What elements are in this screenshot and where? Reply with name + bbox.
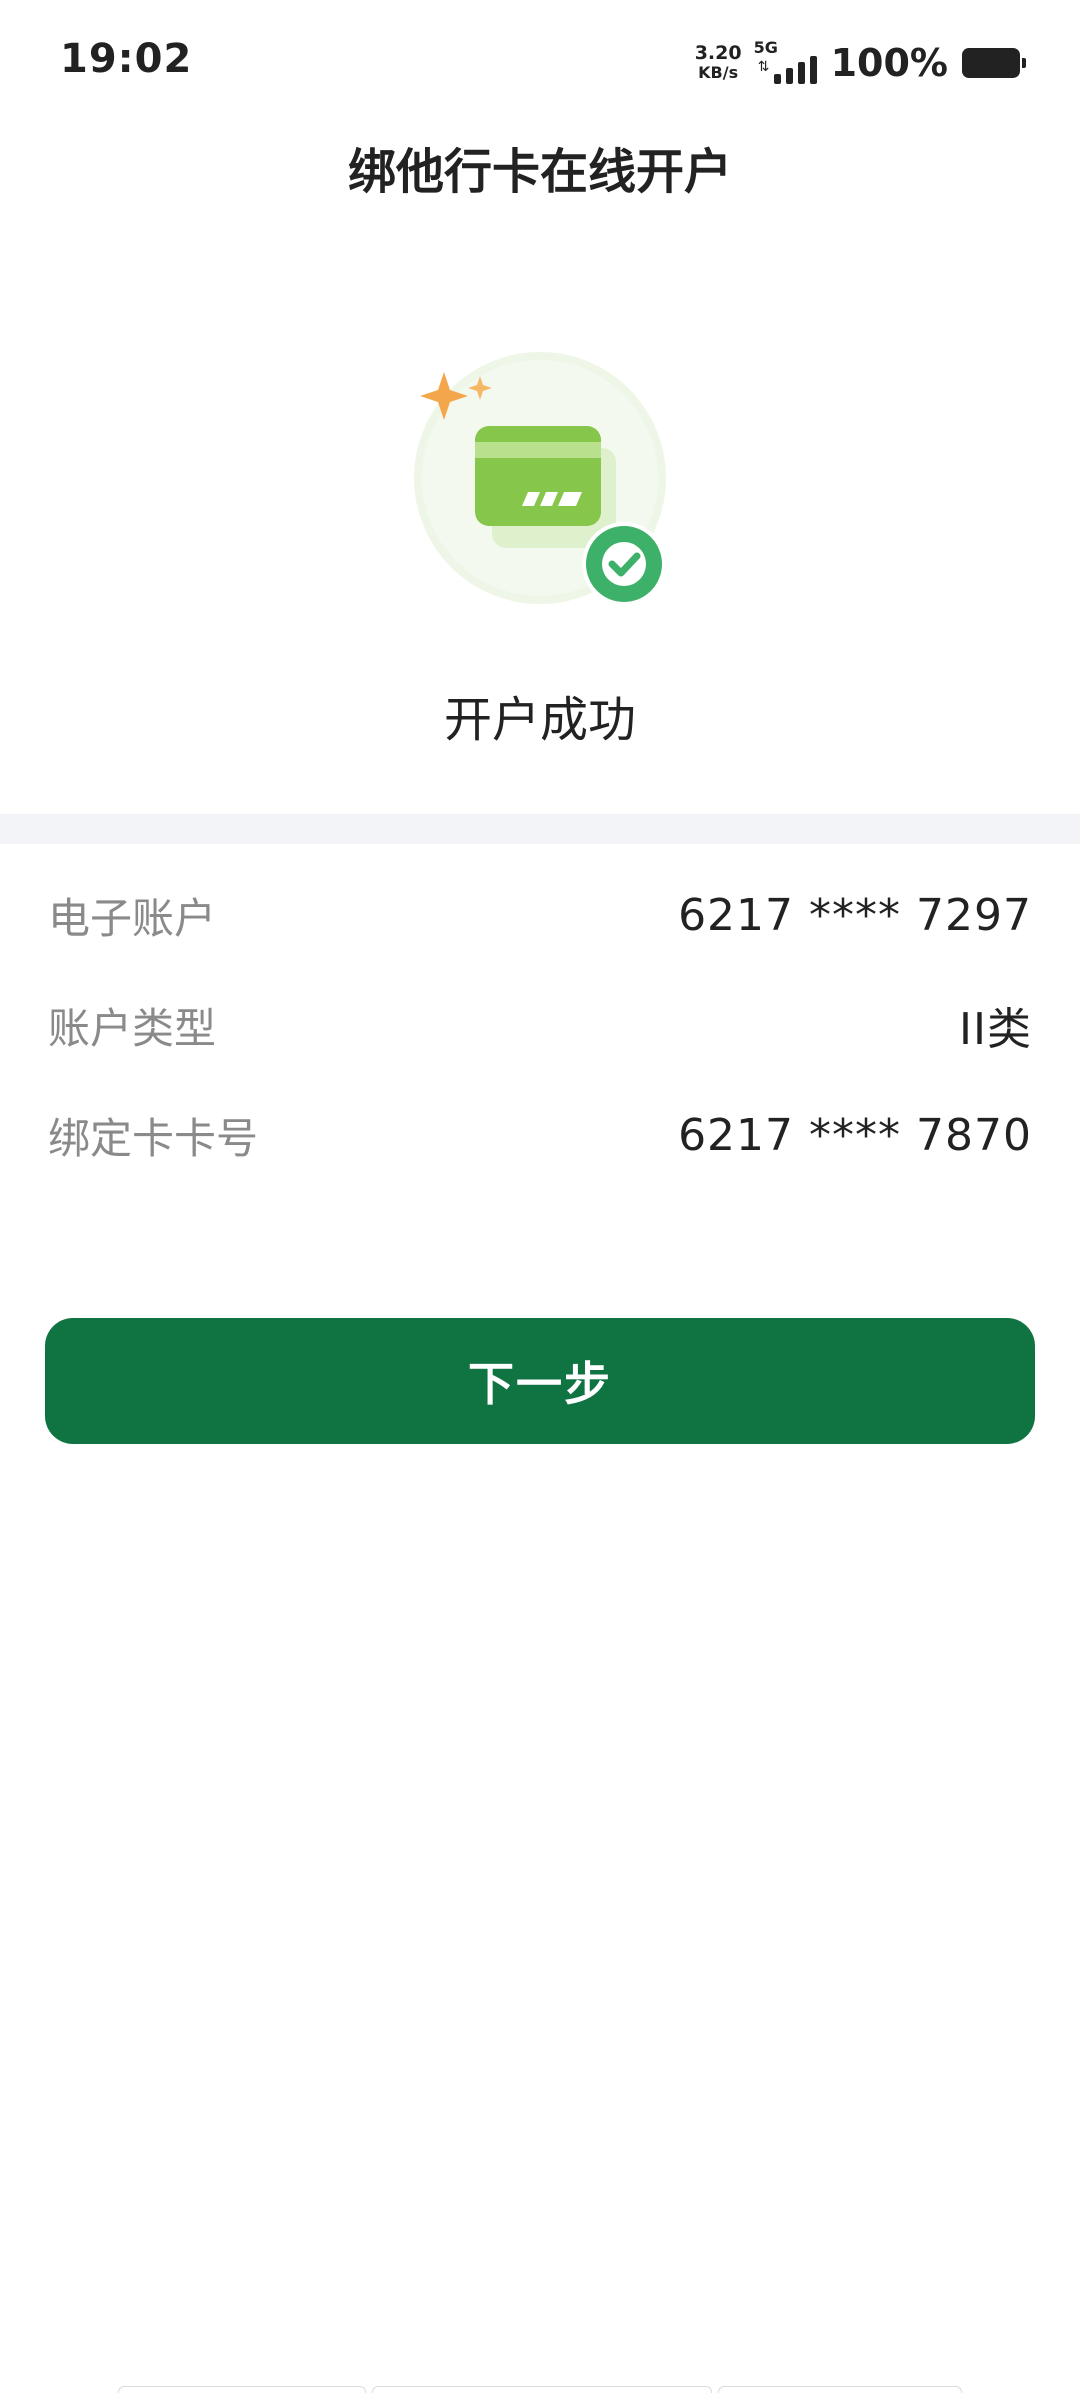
info-value: II类 (959, 1004, 1032, 1055)
info-row-account-type: 账户类型 II类 (48, 980, 1032, 1070)
info-label: 绑定卡卡号 (48, 1113, 259, 1163)
network-speed-value: 3.20 (694, 42, 742, 64)
page-title: 绑他行卡在线开户 (347, 144, 732, 200)
info-row-electronic-account: 电子账户 6217 **** 7297 (48, 870, 1032, 960)
status-bar: 19:02 3.20 KB/s 5G ⇅ 100% (0, 0, 1080, 120)
info-label: 电子账户 (48, 893, 217, 943)
battery-icon (962, 48, 1026, 78)
status-indicators: 3.20 KB/s 5G ⇅ 100% (695, 38, 1026, 88)
info-value: 6217 **** 7297 (678, 889, 1032, 941)
network-speed-unit: KB/s (698, 63, 739, 82)
bank-card-success-icon (400, 340, 700, 620)
battery-percentage: 100% (830, 41, 948, 85)
network-speed: 3.20 KB/s (695, 43, 742, 83)
info-label: 账户类型 (48, 1003, 217, 1053)
section-divider (0, 814, 1080, 844)
data-arrows-icon: ⇅ (757, 59, 770, 75)
info-row-bound-card: 绑定卡卡号 6217 **** 7870 (48, 1090, 1032, 1180)
status-time: 19:02 (60, 36, 193, 82)
network-type: 5G (753, 38, 778, 57)
info-value: 6217 **** 7870 (678, 1109, 1032, 1161)
signal-icon: 5G ⇅ (754, 38, 817, 84)
gesture-bar (118, 2386, 962, 2394)
success-message: 开户成功 (443, 692, 636, 748)
next-step-button[interactable]: 下一步 (45, 1318, 1035, 1444)
